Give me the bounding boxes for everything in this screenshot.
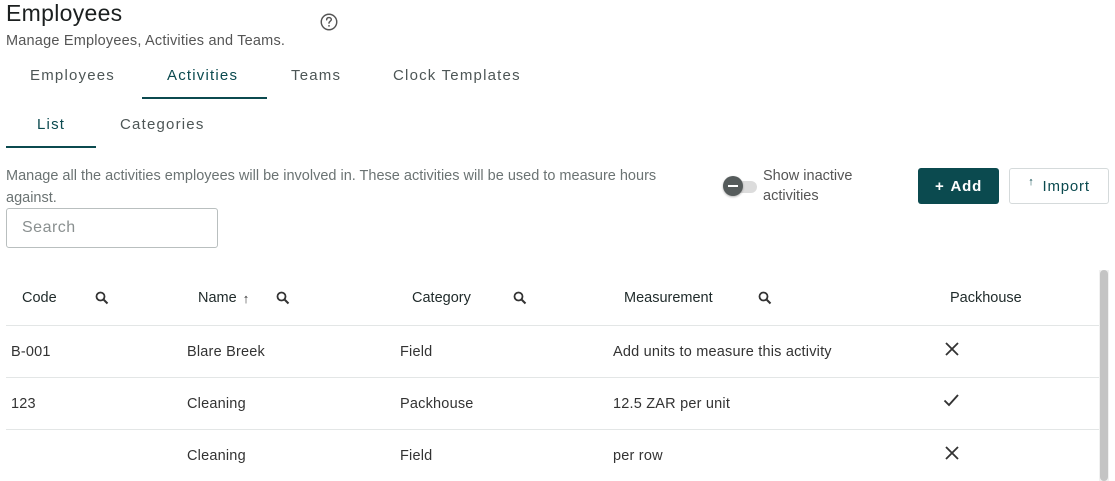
- cell-category: Field: [400, 448, 433, 464]
- tab-clock-templates[interactable]: Clock Templates: [393, 67, 521, 84]
- column-label-packhouse: Packhouse: [950, 290, 1022, 306]
- column-label-category: Category: [412, 290, 471, 306]
- cell-name: Blare Breek: [187, 344, 265, 360]
- active-subtab-indicator: [6, 146, 96, 148]
- column-label-code: Code: [22, 290, 57, 306]
- check-icon: [943, 394, 959, 407]
- page-title: Employees: [6, 0, 123, 26]
- sort-ascending-icon[interactable]: ↑: [243, 291, 250, 306]
- cell-name: Cleaning: [187, 396, 246, 412]
- add-button-label: Add: [950, 177, 983, 195]
- cell-measurement: Add units to measure this activity: [613, 344, 832, 360]
- column-header-code: Code: [22, 290, 57, 306]
- search-icon[interactable]: [758, 291, 772, 305]
- close-icon: [945, 342, 959, 356]
- import-button-label: Import: [1042, 177, 1090, 195]
- search-icon[interactable]: [513, 291, 527, 305]
- column-header-category: Category: [412, 290, 471, 306]
- cell-category: Packhouse: [400, 396, 474, 412]
- page-subtitle: Manage Employees, Activities and Teams.: [6, 33, 286, 49]
- search-icon[interactable]: [95, 291, 109, 305]
- cell-name: Cleaning: [187, 448, 246, 464]
- column-header-name[interactable]: Name ↑: [198, 290, 249, 306]
- column-label-name: Name: [198, 290, 237, 306]
- cell-code: B-001: [11, 344, 51, 360]
- activities-description: Manage all the activities employees will…: [6, 168, 657, 206]
- tab-teams[interactable]: Teams: [291, 67, 341, 84]
- plus-icon: +: [934, 177, 945, 195]
- import-button[interactable]: ↑ Import: [1009, 168, 1109, 204]
- help-circle-icon[interactable]: [320, 13, 338, 31]
- subtab-categories[interactable]: Categories: [120, 116, 205, 133]
- close-icon: [945, 446, 959, 460]
- cell-measurement: 12.5 ZAR per unit: [613, 396, 731, 412]
- cell-code: 123: [11, 396, 36, 412]
- table-scrollbar-thumb[interactable]: [1100, 270, 1108, 481]
- column-header-packhouse: Packhouse: [950, 290, 1022, 306]
- tab-activities[interactable]: Activities: [167, 67, 238, 84]
- cell-category: Field: [400, 344, 433, 360]
- subtab-list[interactable]: List: [37, 116, 65, 133]
- upload-arrow-icon: ↑: [1028, 176, 1035, 188]
- table-divider: [6, 325, 1100, 326]
- search-input[interactable]: [6, 208, 218, 248]
- column-label-measurement: Measurement: [624, 290, 713, 306]
- tab-employees[interactable]: Employees: [30, 67, 115, 84]
- active-tab-indicator: [142, 97, 267, 99]
- table-divider: [6, 377, 1100, 378]
- column-header-measurement: Measurement: [624, 290, 713, 306]
- show-inactive-toggle[interactable]: [723, 176, 759, 196]
- add-button[interactable]: + Add: [918, 168, 999, 204]
- cell-measurement: per row: [613, 448, 663, 464]
- table-divider: [6, 429, 1100, 430]
- search-icon[interactable]: [276, 291, 290, 305]
- toggle-knob: [723, 176, 743, 196]
- show-inactive-label: Show inactive activities: [763, 168, 853, 204]
